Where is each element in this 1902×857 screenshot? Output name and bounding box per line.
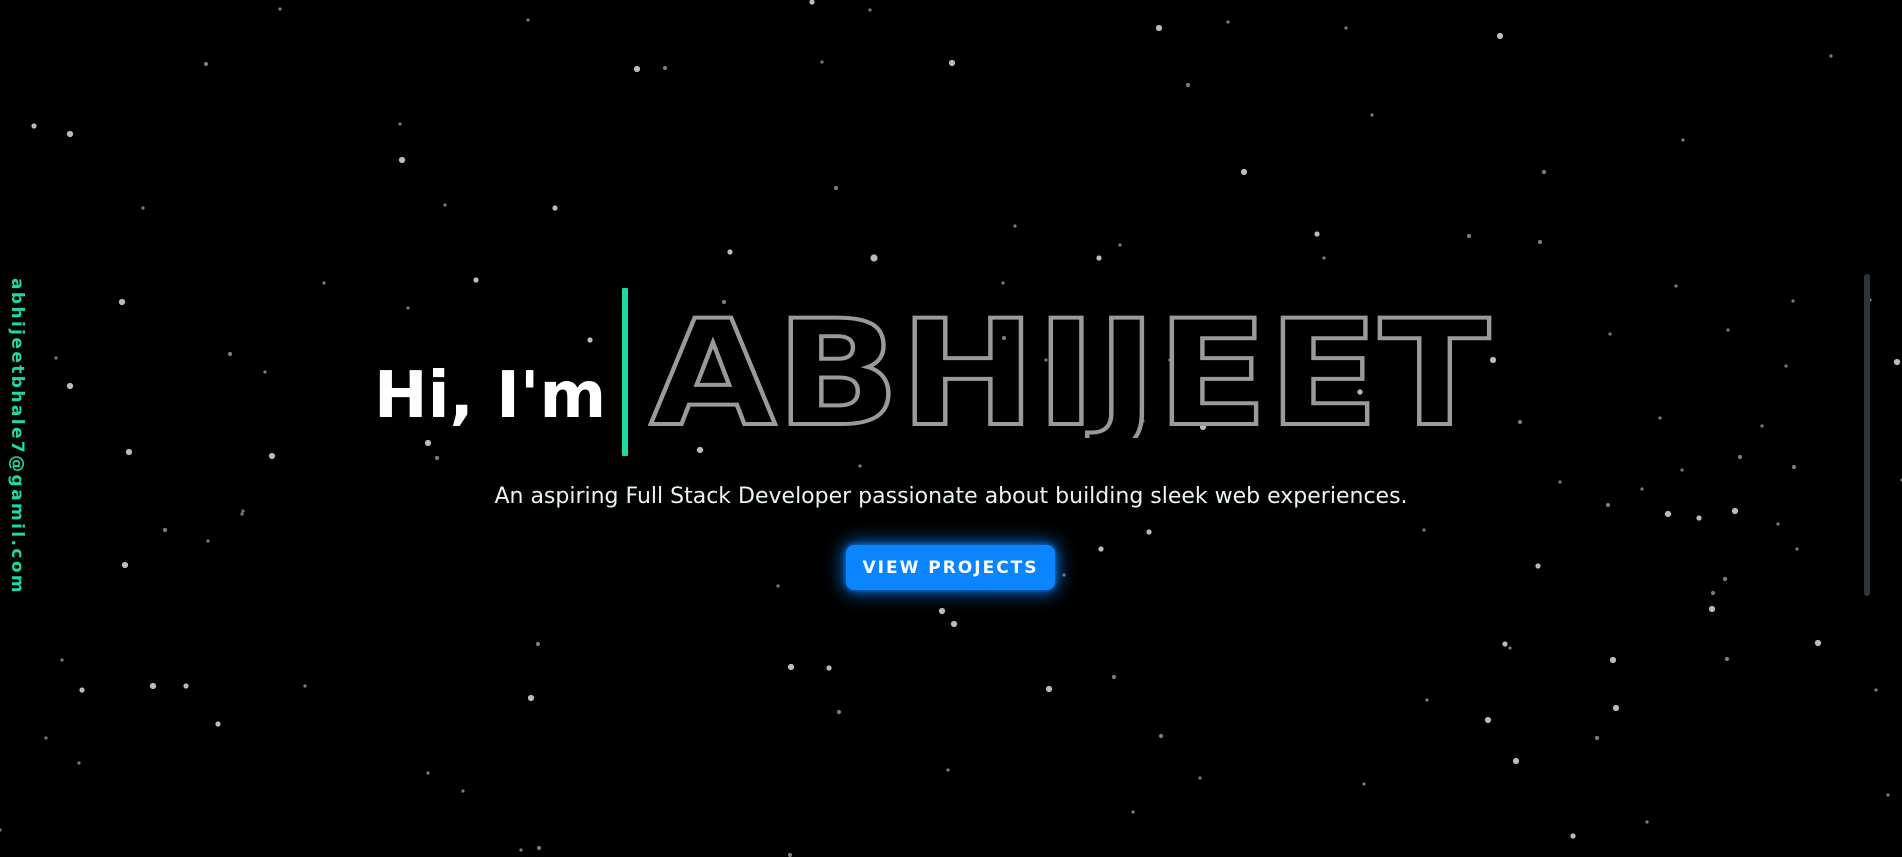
hero-tagline: An aspiring Full Stack Developer passion…	[494, 484, 1408, 509]
hero-name-outline: ABHIJEET	[648, 300, 1492, 438]
view-projects-button[interactable]: VIEW PROJECTS	[846, 545, 1055, 590]
scrollbar-track[interactable]	[1864, 274, 1870, 596]
typing-cursor-bar	[622, 288, 628, 456]
hero-greeting: Hi, I'm	[374, 359, 607, 433]
hero-section: Hi, I'm ABHIJEET An aspiring Full Stack …	[0, 0, 1902, 857]
hero-name-text: ABHIJEET	[650, 300, 1490, 438]
